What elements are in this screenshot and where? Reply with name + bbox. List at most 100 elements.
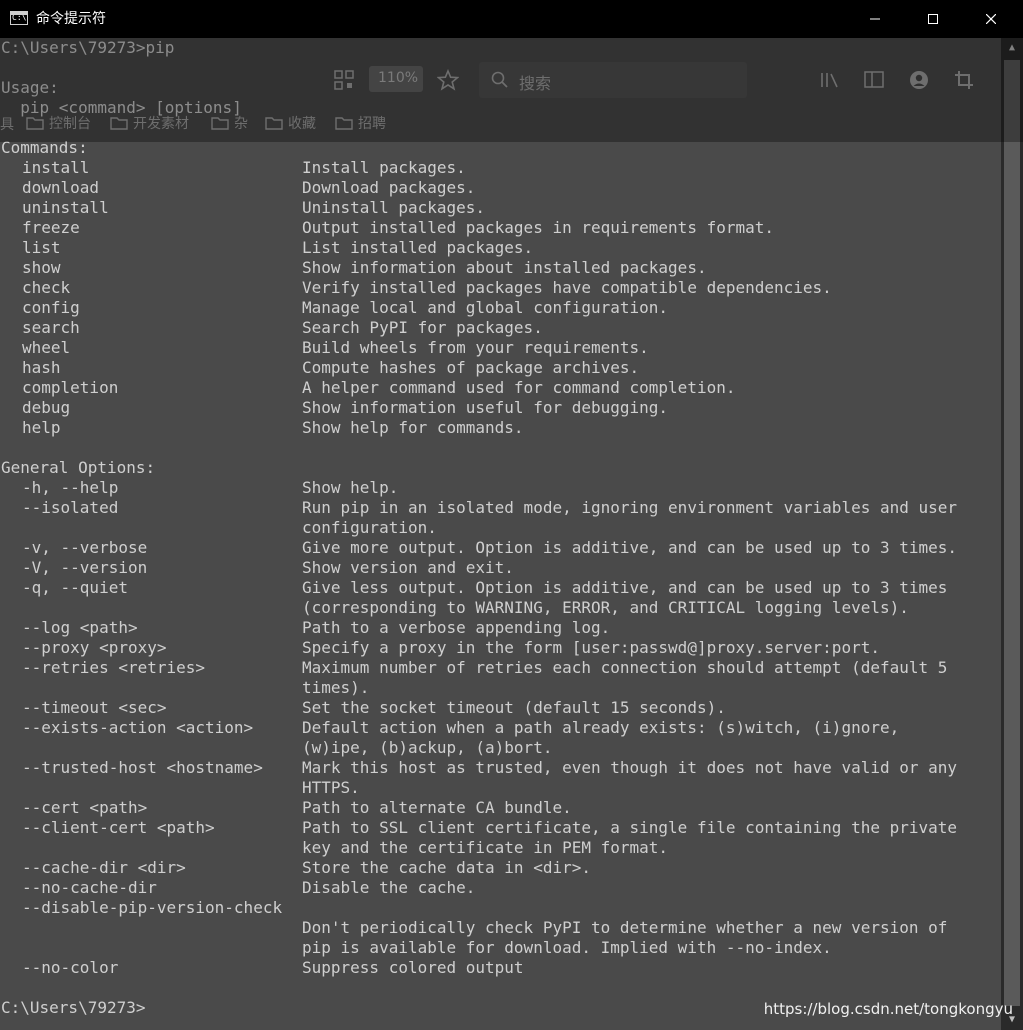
command-name: -q, --quiet (22, 578, 128, 597)
terminal-line: show Show information about installed pac… (1, 258, 1001, 278)
command-name: --isolated (22, 498, 119, 517)
vertical-scrollbar[interactable]: ▲ ▼ (1001, 38, 1023, 1030)
search-box[interactable]: 搜索 (479, 62, 747, 98)
terminal-line: --proxy <proxy> Specify a proxy in the fo… (1, 638, 1001, 658)
star-icon[interactable] (437, 69, 459, 91)
terminal-line: hash Compute hashes of package archives. (1, 358, 1001, 378)
bookmark-label: 招聘 (358, 116, 386, 132)
crop-icon[interactable] (954, 70, 974, 90)
bookmark-folder[interactable]: 控制台 (26, 113, 91, 133)
command-description: times). (302, 678, 370, 697)
bookmark-label: 控制台 (49, 116, 91, 132)
terminal-line: completion A helper command used for comm… (1, 378, 1001, 398)
command-description: Don't periodically check PyPI to determi… (302, 918, 948, 937)
command-name: uninstall (22, 198, 109, 217)
command-name: --client-cert <path> (22, 818, 215, 837)
terminal-line: --timeout <sec> Set the socket timeout (d… (1, 698, 1001, 718)
command-description: Manage local and global configuration. (302, 298, 669, 317)
command-description: Maximum number of retries each connectio… (302, 658, 948, 677)
terminal-line: freeze Output installed packages in requi… (1, 218, 1001, 238)
command-description: Show help for commands. (302, 418, 524, 437)
sidebar-icon[interactable] (864, 71, 884, 89)
maximize-button[interactable] (904, 0, 962, 38)
command-description: Disable the cache. (302, 878, 476, 897)
terminal-line: help Show help for commands. (1, 418, 1001, 438)
command-description: Default action when a path already exist… (302, 718, 900, 737)
terminal-line: -q, --quiet Give less output. Option is a… (1, 578, 1001, 598)
command-description: Path to a verbose appending log. (302, 618, 611, 637)
browser-toolbar-ghost: 110% 搜索 具 控制台 开发素材 杂 收藏 招聘 (0, 38, 1023, 142)
search-icon (491, 71, 508, 88)
command-description: Specify a proxy in the form [user:passwd… (302, 638, 880, 657)
bookmark-folder[interactable]: 开发素材 (110, 113, 189, 133)
terminal-line: --disable-pip-version-check (1, 898, 1001, 918)
terminal-line: -h, --help Show help. (1, 478, 1001, 498)
cmd-app-icon: C:\ (10, 11, 28, 25)
command-name: wheel (22, 338, 71, 357)
command-name: --cert <path> (22, 798, 148, 817)
bookmark-folder[interactable]: 收藏 (265, 113, 316, 133)
library-icon[interactable] (820, 71, 840, 89)
terminal-output[interactable]: C:\Users\79273>pip Usage: pip <command> [… (0, 38, 1001, 1030)
command-description: Suppress colored output (302, 958, 524, 977)
folder-icon (265, 117, 283, 130)
command-description: Path to alternate CA bundle. (302, 798, 572, 817)
terminal-line: wheel Build wheels from your requirements… (1, 338, 1001, 358)
command-name: --exists-action <action> (22, 718, 254, 737)
command-name: config (22, 298, 80, 317)
command-description: Compute hashes of package archives. (302, 358, 640, 377)
scroll-thumb[interactable] (1004, 60, 1020, 1006)
terminal-line: --exists-action <action> Default action w… (1, 718, 1001, 738)
bookmark-folder[interactable]: 招聘 (335, 113, 386, 133)
command-description: Search PyPI for packages. (302, 318, 543, 337)
command-name: --proxy <proxy> (22, 638, 167, 657)
command-name: --disable-pip-version-check (22, 898, 283, 917)
folder-icon (110, 117, 128, 130)
terminal-line: --isolated Run pip in an isolated mode, i… (1, 498, 1001, 518)
command-description: Store the cache data in <dir>. (302, 858, 591, 877)
account-icon[interactable] (909, 70, 929, 90)
command-name: -h, --help (22, 478, 119, 497)
terminal-line: key and the certificate in PEM format. (1, 838, 1001, 858)
command-description: Show information useful for debugging. (302, 398, 669, 417)
watermark: https://blog.csdn.net/tongkongyu (763, 1000, 1013, 1018)
command-description: HTTPS. (302, 778, 360, 797)
command-name: show (22, 258, 61, 277)
terminal-line: --no-color Suppress colored output (1, 958, 1001, 978)
folder-icon (26, 117, 44, 130)
window-title: 命令提示符 (36, 11, 106, 27)
terminal-line: --retries <retries> Maximum number of ret… (1, 658, 1001, 678)
command-description: Build wheels from your requirements. (302, 338, 649, 357)
terminal-line: download Download packages. (1, 178, 1001, 198)
bookmark-folder[interactable]: 杂 (211, 113, 248, 133)
zoom-badge[interactable]: 110% (369, 66, 423, 92)
close-button[interactable] (962, 0, 1020, 38)
terminal-line: -v, --verbose Give more output. Option is… (1, 538, 1001, 558)
qr-code-icon (334, 70, 354, 90)
command-description: Give more output. Option is additive, an… (302, 538, 958, 557)
terminal-line: debug Show information useful for debuggi… (1, 398, 1001, 418)
command-name: -V, --version (22, 558, 148, 577)
title-bar: C:\ 命令提示符 (0, 0, 1023, 38)
terminal-line: --cert <path> Path to alternate CA bundle… (1, 798, 1001, 818)
command-name: --cache-dir <dir> (22, 858, 186, 877)
terminal-line: install Install packages. (1, 158, 1001, 178)
command-description: Show help. (302, 478, 399, 497)
command-name: --timeout <sec> (22, 698, 167, 717)
command-name: check (22, 278, 71, 297)
terminal-line: (corresponding to WARNING, ERROR, and CR… (1, 598, 1001, 618)
terminal-line: --trusted-host <hostname> Mark this host … (1, 758, 1001, 778)
terminal-line: pip is available for download. Implied w… (1, 938, 1001, 958)
command-name: install (22, 158, 90, 177)
bookmark-label: 杂 (234, 116, 248, 132)
terminal-line: --no-cache-dir Disable the cache. (1, 878, 1001, 898)
terminal-line: uninstall Uninstall packages. (1, 198, 1001, 218)
minimize-button[interactable] (846, 0, 904, 38)
command-name: --log <path> (22, 618, 138, 637)
terminal-line: times). (1, 678, 1001, 698)
command-description: Uninstall packages. (302, 198, 486, 217)
terminal-line: --client-cert <path> Path to SSL client c… (1, 818, 1001, 838)
terminal-line: -V, --version Show version and exit. (1, 558, 1001, 578)
command-name: debug (22, 398, 71, 417)
